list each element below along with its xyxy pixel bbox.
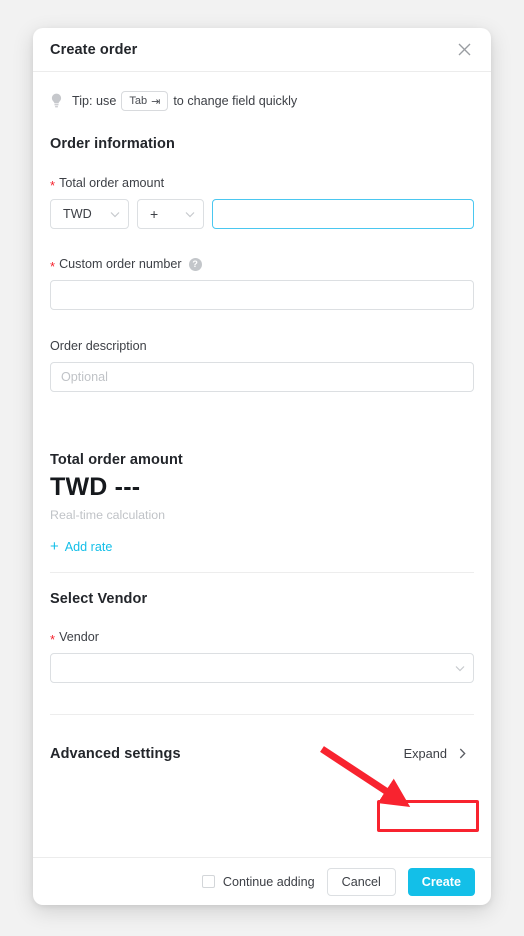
continue-adding-label: Continue adding <box>222 874 315 889</box>
label-total-order-amount: * Total order amount <box>50 176 474 193</box>
tip-text-before: Tip: use <box>72 94 117 108</box>
section-heading-order-information: Order information <box>50 136 175 152</box>
custom-order-number-input[interactable] <box>50 280 474 310</box>
amount-input-group: TWD + <box>50 199 474 229</box>
tip-text-after: to change field quickly <box>173 94 298 108</box>
label-text: Vendor <box>59 630 99 644</box>
operator-select[interactable]: + <box>137 199 204 229</box>
total-order-amount-value: TWD --- <box>50 473 141 501</box>
cancel-button[interactable]: Cancel <box>326 867 396 896</box>
tip-banner: Tip: use Tab ⇥ to change field quickly <box>50 72 474 130</box>
chevron-down-icon <box>455 665 465 671</box>
currency-select[interactable]: TWD <box>50 199 129 229</box>
section-heading-select-vendor: Select Vendor <box>50 591 148 607</box>
required-marker: * <box>50 177 56 193</box>
total-amount-input[interactable] <box>212 199 474 229</box>
expand-button[interactable]: Expand <box>396 742 474 765</box>
realtime-calculation-note: Real-time calculation <box>50 508 166 522</box>
operator-value: + <box>150 206 159 222</box>
label-text: Order description <box>50 339 147 353</box>
dialog-footer: Continue adding Cancel Create <box>33 857 491 905</box>
order-description-input[interactable] <box>50 362 474 392</box>
create-button[interactable]: Create <box>407 867 475 896</box>
label-custom-order-number: * Custom order number ? <box>50 257 474 274</box>
checkbox-box[interactable] <box>201 875 215 888</box>
label-text: Custom order number <box>59 257 182 271</box>
chevron-right-icon <box>459 748 466 759</box>
chevron-down-icon <box>110 211 120 217</box>
close-icon[interactable] <box>453 39 475 61</box>
dialog-body: Tip: use Tab ⇥ to change field quickly O… <box>33 72 491 857</box>
advanced-settings-row: Advanced settings Expand <box>50 742 474 765</box>
tab-key-badge: Tab ⇥ <box>121 91 169 111</box>
expand-label: Expand <box>403 746 447 761</box>
divider <box>50 714 474 715</box>
section-heading-advanced-settings: Advanced settings <box>50 745 181 762</box>
add-rate-button[interactable]: + Add rate <box>50 539 112 554</box>
label-vendor: * Vendor <box>50 630 474 647</box>
add-rate-label: Add rate <box>64 539 113 554</box>
tab-arrow-icon: ⇥ <box>151 95 161 108</box>
lightbulb-icon <box>51 93 62 108</box>
continue-adding-checkbox[interactable]: Continue adding <box>201 874 315 889</box>
plus-icon: + <box>50 538 59 555</box>
required-marker: * <box>50 631 56 647</box>
question-mark-icon[interactable]: ? <box>188 257 202 271</box>
currency-value: TWD <box>63 207 92 221</box>
vendor-select[interactable] <box>50 653 474 683</box>
divider <box>50 572 474 573</box>
dialog-header: Create order <box>33 28 491 72</box>
label-text: Total order amount <box>59 176 165 190</box>
tab-key-label: Tab <box>129 95 148 107</box>
label-order-description: Order description <box>50 339 474 353</box>
create-order-dialog: Create order Tip: use Tab ⇥ to change fi… <box>33 28 491 905</box>
chevron-down-icon <box>185 211 195 217</box>
required-marker: * <box>50 258 56 274</box>
page-title: Create order <box>50 41 138 58</box>
summary-heading-total-order-amount: Total order amount <box>50 452 183 468</box>
